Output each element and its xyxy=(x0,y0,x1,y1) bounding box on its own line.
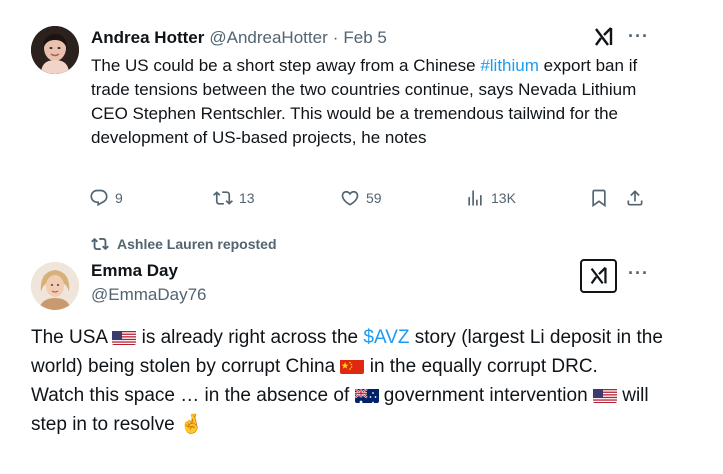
more-options-button[interactable]: ··· xyxy=(628,26,649,47)
like-button[interactable]: 59 xyxy=(340,188,382,208)
tweet-text-part: The USA xyxy=(31,327,113,348)
tweet-andrea-hotter[interactable]: Andrea Hotter @AndreaHotter · Feb 5 ··· … xyxy=(0,0,723,228)
cashtag-link[interactable]: $AVZ xyxy=(363,327,409,348)
more-options-button[interactable]: ··· xyxy=(628,263,649,284)
hashtag-link[interactable]: #lithium xyxy=(480,56,539,75)
tweet-text: The US could be a short step away from a… xyxy=(91,54,661,150)
author-handle[interactable]: @EmmaDay76 xyxy=(91,285,207,305)
avatar[interactable] xyxy=(31,26,79,74)
separator: · xyxy=(332,28,339,47)
share-icon xyxy=(627,190,643,206)
tweet-text-part: in the equally corrupt DRC. xyxy=(364,356,598,377)
bookmark-icon xyxy=(592,189,606,208)
tweet-text-part: government intervention xyxy=(378,385,593,406)
repost-count: 13 xyxy=(239,190,255,206)
tweet-text-part: Watch this space … in the absence of xyxy=(31,385,355,406)
author-name[interactable]: Andrea Hotter xyxy=(91,28,204,48)
repost-banner[interactable]: Ashlee Lauren reposted xyxy=(91,235,277,253)
views-button[interactable]: 13K xyxy=(465,188,516,208)
tweet-text-part: is already right across the xyxy=(136,327,364,348)
reply-count: 9 xyxy=(115,190,123,206)
reply-button[interactable]: 9 xyxy=(89,188,123,208)
crossed-fingers-emoji: 🤞 xyxy=(179,414,204,435)
like-count: 59 xyxy=(366,190,382,206)
tweet-actions: 9 13 59 13K xyxy=(89,188,649,214)
view-count: 13K xyxy=(491,190,516,206)
reply-icon xyxy=(90,189,108,207)
share-button[interactable] xyxy=(625,188,645,208)
flag-china-icon xyxy=(340,357,365,374)
tweet-header: Andrea Hotter @AndreaHotter · Feb 5 xyxy=(91,28,387,48)
flag-us-icon xyxy=(592,386,617,403)
tweet-date[interactable]: Feb 5 xyxy=(343,28,386,48)
tweet-text-part: The US could be a short step away from a… xyxy=(91,56,481,75)
repost-banner-text: Ashlee Lauren reposted xyxy=(117,236,277,252)
avatar[interactable] xyxy=(31,262,79,310)
author-name[interactable]: Emma Day xyxy=(91,261,178,281)
tweet-text: The USA is already right across the $AVZ… xyxy=(31,323,671,439)
grok-icon[interactable] xyxy=(591,24,617,50)
repost-icon xyxy=(91,237,109,251)
views-icon xyxy=(468,190,482,206)
flag-australia-icon xyxy=(354,386,379,403)
repost-icon xyxy=(213,191,233,205)
repost-button[interactable]: 13 xyxy=(213,188,255,208)
author-handle[interactable]: @AndreaHotter xyxy=(209,28,327,48)
heart-icon xyxy=(341,190,359,206)
bookmark-button[interactable] xyxy=(589,188,609,208)
grok-icon[interactable] xyxy=(580,259,617,293)
flag-us-icon xyxy=(112,328,137,345)
